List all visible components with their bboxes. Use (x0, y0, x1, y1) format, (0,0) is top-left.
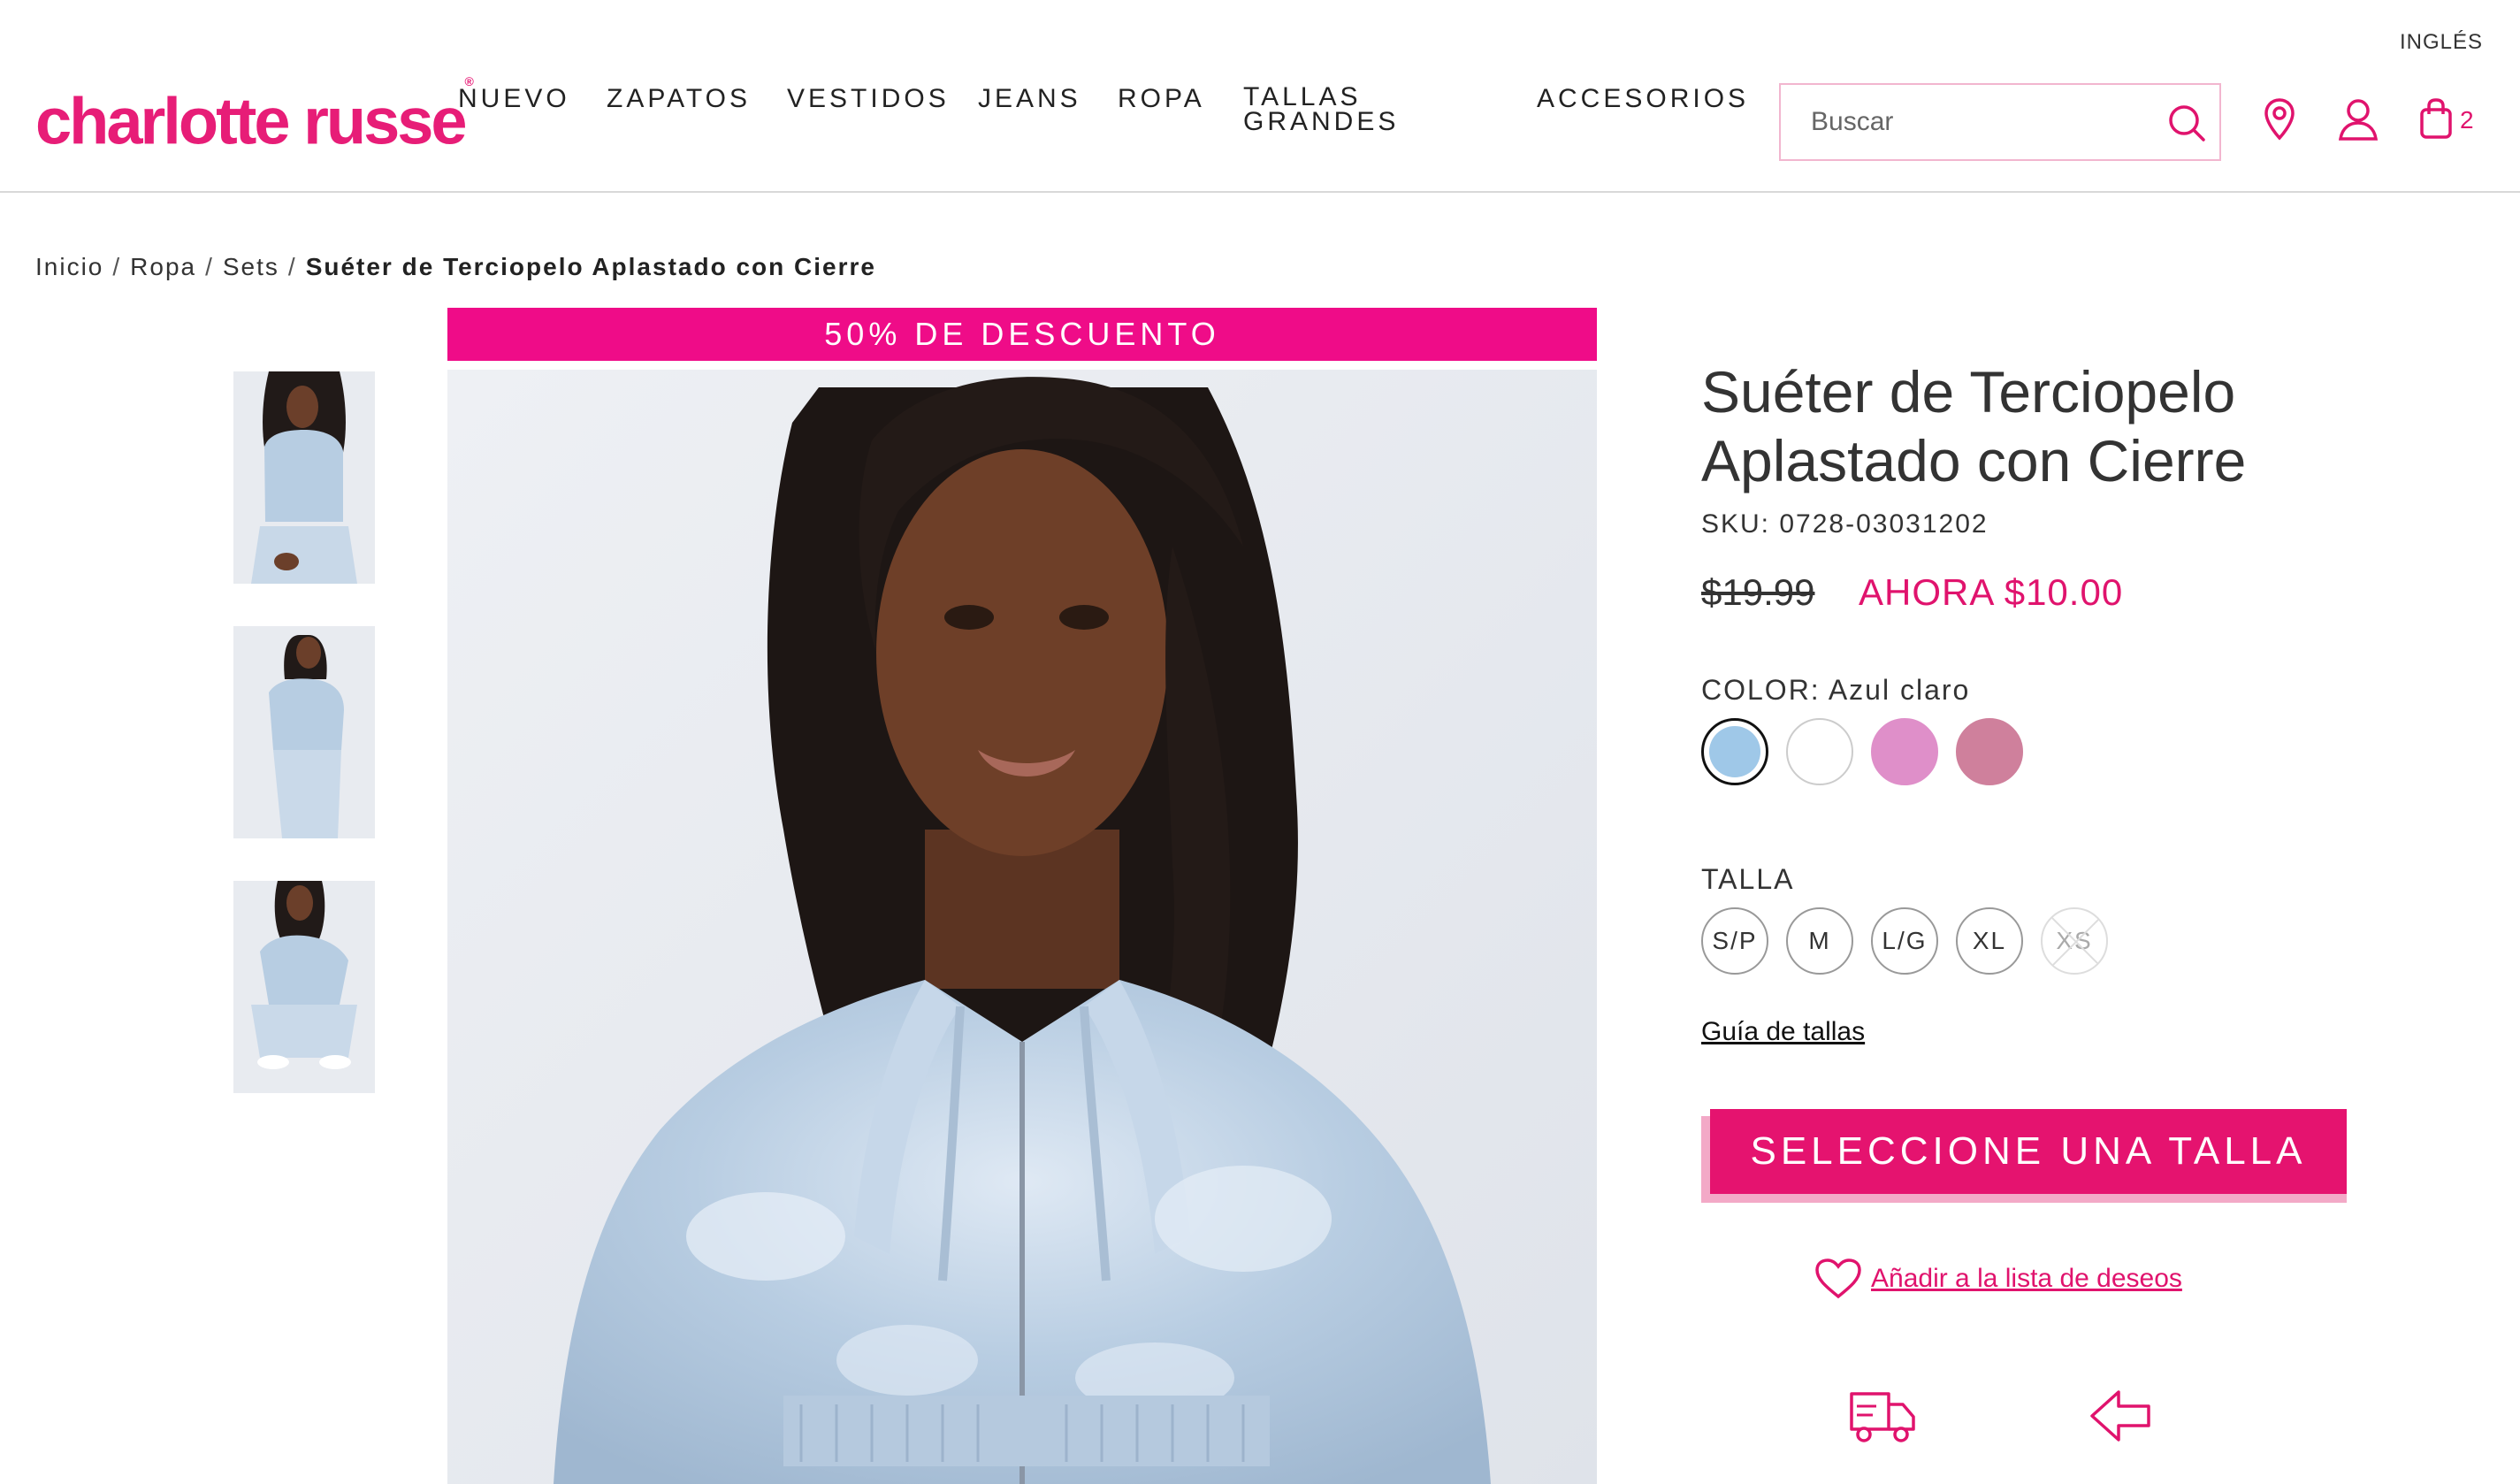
product-thumbnail-image (233, 626, 375, 838)
original-price: $19.99 (1701, 571, 1815, 613)
nav-ropa[interactable]: ROPA (1118, 86, 1205, 112)
product-thumbnail-image (233, 881, 375, 1093)
account-icon[interactable] (2338, 97, 2379, 142)
nav-nuevo[interactable]: NUEVO (458, 86, 570, 112)
size-xs-unavailable[interactable]: XS (2041, 907, 2108, 975)
select-size-button[interactable]: SELECCIONE UNA TALLA (1710, 1109, 2347, 1194)
cart-count: 2 (2460, 106, 2474, 134)
breadcrumb-current: Suéter de Terciopelo Aplastado con Cierr… (305, 253, 876, 280)
cart-button[interactable]: 2 (2419, 97, 2490, 143)
language-toggle[interactable]: INGLÉS (2400, 30, 2483, 55)
nav-jeans[interactable]: JEANS (978, 86, 1081, 112)
wishlist-text: Añadir a la lista de deseos (1871, 1264, 2182, 1293)
selected-color-name: Azul claro (1828, 674, 1971, 706)
header-divider (0, 191, 2520, 193)
swatch-white[interactable] (1786, 718, 1853, 785)
return-arrow-icon (2090, 1390, 2150, 1442)
nav-tallas-grandes[interactable]: TALLAS GRANDES (1243, 84, 1399, 135)
product-sku: SKU: 0728-03031202 (1701, 509, 1989, 539)
logo[interactable]: charlotte russe® (35, 74, 474, 158)
product-title: Suéter de Terciopelo Aplastado con Cierr… (1701, 359, 2247, 493)
size-l[interactable]: L/G (1871, 907, 1938, 975)
breadcrumb: Inicio / Ropa / Sets / Suéter de Terciopelo Ap… (35, 253, 876, 280)
heart-icon (1815, 1258, 1861, 1299)
size-m[interactable]: M (1786, 907, 1853, 975)
product-photo (447, 370, 1597, 1484)
breadcrumb-ropa[interactable]: Ropa (130, 253, 196, 280)
product-thumbnail-image (233, 371, 375, 584)
thumbnail-3[interactable] (233, 881, 375, 1093)
delivery-truck-icon (1850, 1392, 1915, 1442)
size-label: TALLA (1701, 863, 1795, 895)
swatch-mauve[interactable] (1956, 718, 2023, 785)
nav-accesorios[interactable]: ACCESORIOS (1537, 86, 1749, 112)
nav-vestidos[interactable]: VESTIDOS (787, 86, 950, 112)
location-pin-icon[interactable] (2264, 97, 2295, 142)
size-xl[interactable]: XL (1956, 907, 2023, 975)
color-label: COLOR: Azul claro (1701, 674, 1971, 706)
sale-price: AHORA $10.00 (1859, 571, 2124, 613)
breadcrumb-inicio[interactable]: Inicio (35, 253, 103, 280)
thumbnail-1[interactable] (233, 371, 375, 584)
nav-zapatos[interactable]: ZAPATOS (607, 86, 751, 112)
search-box (1779, 83, 2221, 161)
breadcrumb-sets[interactable]: Sets (223, 253, 279, 280)
size-guide-link[interactable]: Guía de tallas (1701, 1017, 1865, 1047)
product-main-image[interactable] (447, 370, 1597, 1484)
search-icon[interactable] (2166, 103, 2207, 143)
shopping-bag-icon (2420, 98, 2452, 139)
swatch-pink[interactable] (1871, 718, 1938, 785)
search-input[interactable] (1811, 85, 2147, 159)
wishlist-link[interactable]: Añadir a la lista de deseos (1814, 1258, 2182, 1300)
thumbnail-2[interactable] (233, 626, 375, 838)
logo-text: charlotte russe (35, 84, 468, 158)
size-s[interactable]: S/P (1701, 907, 1768, 975)
promo-banner: 50% DE DESCUENTO (447, 308, 1597, 361)
swatch-light-blue[interactable] (1701, 718, 1768, 785)
